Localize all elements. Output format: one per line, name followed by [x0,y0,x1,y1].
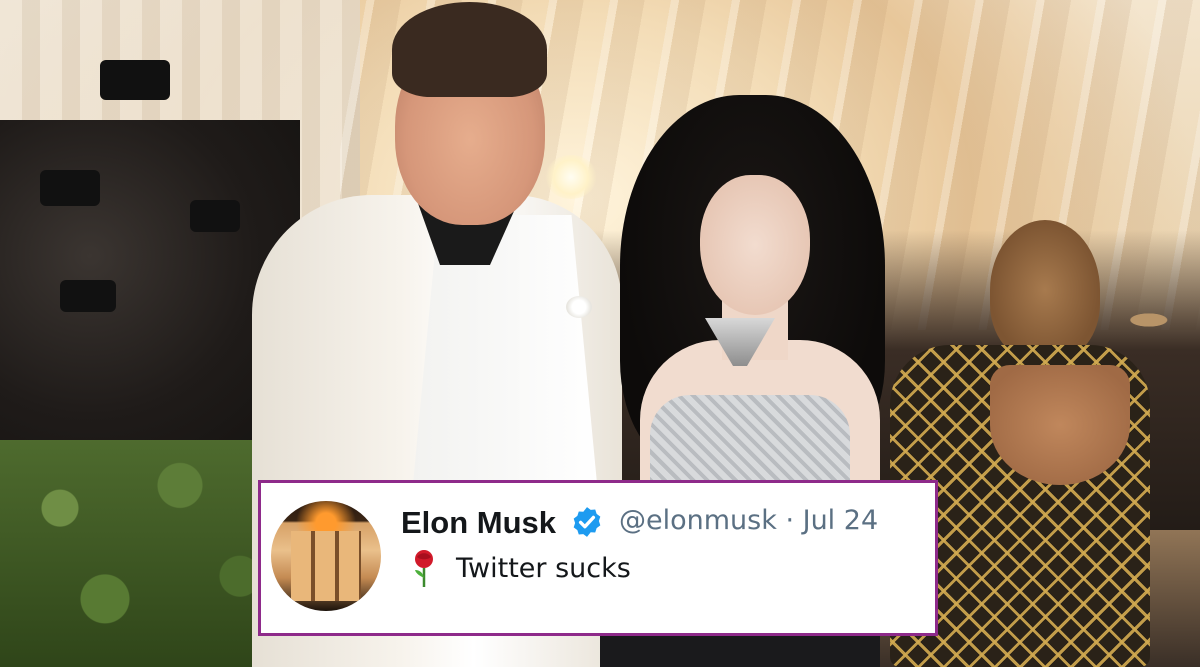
camera-icon [100,60,170,100]
avatar[interactable] [271,501,381,611]
rose-icon [415,550,433,587]
tweet-text: Twitter sucks [456,553,631,584]
tweet-handle-date[interactable]: @elonmusk · Jul 24 [619,505,878,536]
person-right-head [990,220,1100,360]
camera-icon [60,280,116,312]
verified-badge-icon [573,507,601,537]
tweet-author-name[interactable]: Elon Musk [401,505,556,541]
man-hair [392,2,547,97]
avatar-image [291,531,361,601]
boutonniere [566,296,592,318]
person-right-back [990,365,1130,485]
camera-icon [40,170,100,206]
tweet-card[interactable]: Elon Musk @elonmusk · Jul 24 Twitter suc… [258,480,938,636]
camera-icon [190,200,240,232]
woman-face [700,175,810,315]
light-fixture [545,155,597,199]
